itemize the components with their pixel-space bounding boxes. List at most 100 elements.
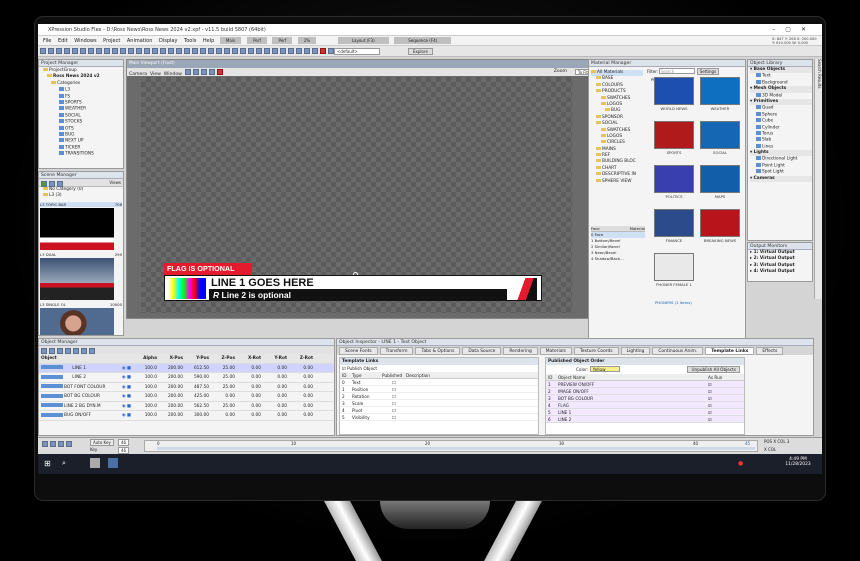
inspector-tab[interactable]: Data Source xyxy=(462,347,502,355)
mic-icon[interactable]: ● xyxy=(738,460,743,467)
material-thumbnail[interactable] xyxy=(700,77,740,105)
material-thumbnail[interactable] xyxy=(654,121,694,149)
menu-file[interactable]: File xyxy=(43,36,51,46)
inspector-tab[interactable]: Materials xyxy=(539,347,572,355)
viewport-safe-icon[interactable] xyxy=(193,69,200,75)
safe-icon[interactable] xyxy=(304,48,310,54)
timeline-range-bar[interactable] xyxy=(157,447,755,450)
mode-perf[interactable]: Perf xyxy=(247,37,267,44)
object-row[interactable]: LINE 2 BG DYN.M ◉ ■ 100.0 200.00 562.50 25.00… xyxy=(39,402,334,411)
stop-icon[interactable] xyxy=(176,48,182,54)
undo-icon[interactable] xyxy=(88,48,94,54)
published-row[interactable]: 6 LINE 2 ☑ xyxy=(546,416,744,423)
side-tab[interactable]: Search Results xyxy=(815,59,822,100)
rotate-icon[interactable] xyxy=(128,48,134,54)
material-thumbnail[interactable] xyxy=(700,209,740,237)
layer-icon[interactable] xyxy=(184,48,190,54)
inspector-tab[interactable]: Transform xyxy=(379,347,414,355)
save-icon[interactable] xyxy=(56,48,62,54)
scene-thumbnail-topic-bar[interactable] xyxy=(40,208,114,250)
unpublish-all-button[interactable]: Unpublish All Objects xyxy=(687,366,740,373)
inspector-tab[interactable]: Rendering xyxy=(503,347,538,355)
menu-display[interactable]: Display xyxy=(159,36,177,46)
published-row[interactable]: 2 IMAGE ON/OFF ☑ xyxy=(546,388,744,395)
menu-project[interactable]: Project xyxy=(103,36,120,46)
folder-icon[interactable] xyxy=(272,48,278,54)
play-icon[interactable] xyxy=(168,48,174,54)
open-icon[interactable] xyxy=(48,48,54,54)
lower-third-flag[interactable]: FLAG IS OPTIONAL xyxy=(164,263,252,275)
link-icon[interactable] xyxy=(248,48,254,54)
published-row[interactable]: 1 PREVIEW ON/OFF ☑ xyxy=(546,381,744,388)
text-icon[interactable] xyxy=(104,48,110,54)
mode-main[interactable]: Main xyxy=(219,37,242,44)
zoom-icon[interactable] xyxy=(280,48,286,54)
settings-button[interactable]: Settings xyxy=(696,68,720,75)
menu-windows[interactable]: Windows xyxy=(74,36,96,46)
mode-sequence[interactable]: Sequence (F4) xyxy=(394,37,452,44)
tl-play-icon[interactable] xyxy=(50,441,56,447)
menu-animation[interactable]: Animation xyxy=(127,36,153,46)
quad-icon[interactable] xyxy=(112,48,118,54)
material-thumbnail[interactable] xyxy=(654,253,694,281)
new-icon[interactable] xyxy=(40,48,46,54)
published-row[interactable]: 3 BOT BG COLOUR ☑ xyxy=(546,395,744,402)
taskbar-clock[interactable]: 4:49 PM 11/28/2023 xyxy=(778,457,818,467)
add-scene-icon[interactable] xyxy=(41,181,47,187)
eye-icon[interactable] xyxy=(264,48,270,54)
inspector-tab[interactable]: Effects xyxy=(756,347,784,355)
lower-third-line1[interactable]: LINE 1 GOES HERE xyxy=(211,277,314,289)
viewport-grid-icon[interactable] xyxy=(185,69,192,75)
scene-folder-icon[interactable] xyxy=(49,181,55,187)
material-thumbnail[interactable] xyxy=(654,165,694,193)
menu-help[interactable]: Help xyxy=(203,36,214,46)
inspector-tab[interactable]: Template Links xyxy=(705,347,755,355)
camera-icon[interactable] xyxy=(192,48,198,54)
library-section-4[interactable]: ▾ Cameras xyxy=(750,175,812,183)
autokey-button[interactable]: Auto Key xyxy=(90,439,114,446)
virtual-output-4[interactable]: ▸ 4: Virtual Output xyxy=(750,269,812,275)
inspector-tab[interactable]: Scene Fonts xyxy=(339,347,378,355)
scene-thumbnail-single[interactable] xyxy=(40,308,114,335)
mode-percent[interactable]: 2% xyxy=(297,37,317,44)
fit-icon[interactable] xyxy=(288,48,294,54)
face-row[interactable]: 4 Shadow/Back... xyxy=(591,256,645,262)
scene-delete-icon[interactable] xyxy=(57,181,63,187)
filter-input[interactable]: Search xyxy=(659,68,696,74)
tl-last-icon[interactable] xyxy=(66,441,72,447)
grid-icon[interactable] xyxy=(152,48,158,54)
scene-item-topic-bar[interactable]: L3 TOPIC BAR 708 xyxy=(40,202,122,207)
windows-start-icon[interactable]: ⊞ xyxy=(44,459,51,468)
scene-item-single[interactable]: L3 SINGLE OL 10000 xyxy=(40,302,122,307)
lower-third-line2[interactable]: R Line 2 is optional xyxy=(213,289,291,301)
template-link-row[interactable]: 1 Position ☐ xyxy=(340,386,538,393)
frame-input[interactable]: 46 xyxy=(118,439,130,446)
default-dropdown[interactable]: <default> xyxy=(334,48,380,55)
paste-icon[interactable] xyxy=(80,48,86,54)
object-row[interactable]: BOT FONT COLOUR ◉ ■ 100.0 200.00 487.50 25.00… xyxy=(39,383,334,392)
material-thumbnail[interactable] xyxy=(700,165,740,193)
inspector-tab[interactable]: Texture Coords xyxy=(573,347,619,355)
tl-next-icon[interactable] xyxy=(58,441,64,447)
viewport-record-icon[interactable] xyxy=(217,69,224,75)
render-icon[interactable] xyxy=(216,48,222,54)
mode-layout[interactable]: Layout (F3) xyxy=(337,37,389,44)
timeline-track[interactable]: 0 10 20 30 40 45 xyxy=(144,440,758,452)
snap-icon[interactable] xyxy=(160,48,166,54)
window-controls[interactable]: –▢✕ xyxy=(772,26,816,33)
template-link-row[interactable]: 5 Visibility ☐ xyxy=(340,414,538,421)
record-icon[interactable] xyxy=(320,48,326,54)
inspector-tab[interactable]: Lighting xyxy=(620,347,651,355)
lock-icon[interactable] xyxy=(256,48,262,54)
inspector-tab[interactable]: Tabs & Options xyxy=(415,347,461,355)
copy-icon[interactable] xyxy=(72,48,78,54)
menu-edit[interactable]: Edit xyxy=(58,36,68,46)
guides-icon[interactable] xyxy=(312,48,318,54)
redo-icon[interactable] xyxy=(96,48,102,54)
viewport-light-icon[interactable] xyxy=(209,69,216,75)
explore-button[interactable]: Explore xyxy=(408,48,434,55)
publish-object-checkbox[interactable]: ☑ Publish Object xyxy=(340,365,538,372)
object-row[interactable]: LINE 1 ◉ ■ 100.0 200.00 612.50 25.00 0.00 0.00 0… xyxy=(39,363,334,373)
frame-input-2[interactable]: 46 xyxy=(118,447,130,454)
wire-icon[interactable] xyxy=(296,48,302,54)
